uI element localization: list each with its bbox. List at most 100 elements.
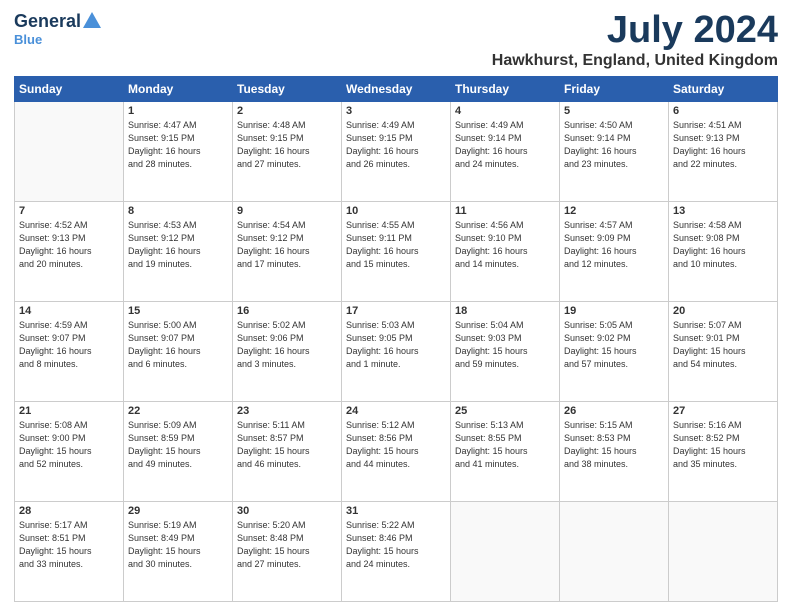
calendar-week-2: 7 Sunrise: 4:52 AM Sunset: 9:13 PM Daylig… xyxy=(15,201,778,301)
calendar-cell: 3 Sunrise: 4:49 AM Sunset: 9:15 PM Daylig… xyxy=(342,101,451,201)
calendar-cell: 15Sunrise: 5:00 AM Sunset: 9:07 PM Dayli… xyxy=(124,301,233,401)
cell-info: Sunrise: 5:08 AM Sunset: 9:00 PM Dayligh… xyxy=(19,419,119,471)
calendar-table: SundayMondayTuesdayWednesdayThursdayFrid… xyxy=(14,76,778,602)
calendar-cell: 26 Sunrise: 5:15 AM Sunset: 8:53 PM Dayli… xyxy=(560,401,669,501)
day-number: 29 xyxy=(128,505,228,517)
calendar-cell: 9 Sunrise: 4:54 AM Sunset: 9:12 PM Daylig… xyxy=(233,201,342,301)
calendar-cell: 16 Sunrise: 5:02 AM Sunset: 9:06 PM Dayli… xyxy=(233,301,342,401)
cell-info: Sunrise: 5:19 AM Sunset: 8:49 PM Dayligh… xyxy=(128,519,228,571)
day-number: 11 xyxy=(455,205,555,217)
day-header-saturday: Saturday xyxy=(669,76,778,101)
calendar-cell: 23 Sunrise: 5:11 AM Sunset: 8:57 PM Dayli… xyxy=(233,401,342,501)
day-number: 19 xyxy=(564,305,664,317)
calendar-body: 1 Sunrise: 4:47 AM Sunset: 9:15 PM Daylig… xyxy=(15,101,778,601)
location: Hawkhurst, England, United Kingdom xyxy=(492,52,778,70)
cell-info: Sunrise: 5:20 AM Sunset: 8:48 PM Dayligh… xyxy=(237,519,337,571)
day-number: 24 xyxy=(346,405,446,417)
cell-info: Sunrise: 5:15 AM Sunset: 8:53 PM Dayligh… xyxy=(564,419,664,471)
calendar-cell xyxy=(451,501,560,601)
cell-info: Sunrise: 4:47 AM Sunset: 9:15 PM Dayligh… xyxy=(128,119,228,171)
calendar-cell: 30 Sunrise: 5:20 AM Sunset: 8:48 PM Dayli… xyxy=(233,501,342,601)
day-header-sunday: Sunday xyxy=(15,76,124,101)
cell-info: Sunrise: 4:51 AM Sunset: 9:13 PM Dayligh… xyxy=(673,119,773,171)
calendar-cell: 11 Sunrise: 4:56 AM Sunset: 9:10 PM Dayli… xyxy=(451,201,560,301)
day-number: 18 xyxy=(455,305,555,317)
calendar-cell: 27Sunrise: 5:16 AM Sunset: 8:52 PM Dayli… xyxy=(669,401,778,501)
cell-info: Sunrise: 5:17 AM Sunset: 8:51 PM Dayligh… xyxy=(19,519,119,571)
calendar-cell: 24 Sunrise: 5:12 AM Sunset: 8:56 PM Dayli… xyxy=(342,401,451,501)
calendar-cell: 17Sunrise: 5:03 AM Sunset: 9:05 PM Dayli… xyxy=(342,301,451,401)
day-number: 23 xyxy=(237,405,337,417)
day-number: 25 xyxy=(455,405,555,417)
logo-general: General xyxy=(14,12,81,30)
cell-info: Sunrise: 4:59 AM Sunset: 9:07 PM Dayligh… xyxy=(19,319,119,371)
cell-info: Sunrise: 4:53 AM Sunset: 9:12 PM Dayligh… xyxy=(128,219,228,271)
cell-info: Sunrise: 5:16 AM Sunset: 8:52 PM Dayligh… xyxy=(673,419,773,471)
cell-info: Sunrise: 4:54 AM Sunset: 9:12 PM Dayligh… xyxy=(237,219,337,271)
day-number: 30 xyxy=(237,505,337,517)
cell-info: Sunrise: 5:11 AM Sunset: 8:57 PM Dayligh… xyxy=(237,419,337,471)
day-number: 28 xyxy=(19,505,119,517)
calendar-cell: 28 Sunrise: 5:17 AM Sunset: 8:51 PM Dayli… xyxy=(15,501,124,601)
header: General Blue July 2024 Hawkhurst, Englan… xyxy=(14,10,778,70)
cell-info: Sunrise: 4:49 AM Sunset: 9:15 PM Dayligh… xyxy=(346,119,446,171)
logo: General Blue xyxy=(14,10,103,47)
cell-info: Sunrise: 4:49 AM Sunset: 9:14 PM Dayligh… xyxy=(455,119,555,171)
calendar-cell: 5 Sunrise: 4:50 AM Sunset: 9:14 PM Daylig… xyxy=(560,101,669,201)
cell-info: Sunrise: 4:52 AM Sunset: 9:13 PM Dayligh… xyxy=(19,219,119,271)
month-title: July 2024 xyxy=(492,10,778,52)
calendar-cell: 29 Sunrise: 5:19 AM Sunset: 8:49 PM Dayli… xyxy=(124,501,233,601)
title-section: July 2024 Hawkhurst, England, United Kin… xyxy=(492,10,778,70)
day-header-tuesday: Tuesday xyxy=(233,76,342,101)
calendar-week-4: 21 Sunrise: 5:08 AM Sunset: 9:00 PM Dayli… xyxy=(15,401,778,501)
cell-info: Sunrise: 4:56 AM Sunset: 9:10 PM Dayligh… xyxy=(455,219,555,271)
day-number: 3 xyxy=(346,105,446,117)
logo-blue: Blue xyxy=(14,32,42,47)
calendar-cell: 14 Sunrise: 4:59 AM Sunset: 9:07 PM Dayli… xyxy=(15,301,124,401)
calendar-cell: 22 Sunrise: 5:09 AM Sunset: 8:59 PM Dayli… xyxy=(124,401,233,501)
calendar-cell: 18Sunrise: 5:04 AM Sunset: 9:03 PM Dayli… xyxy=(451,301,560,401)
cell-info: Sunrise: 5:07 AM Sunset: 9:01 PM Dayligh… xyxy=(673,319,773,371)
calendar-cell xyxy=(560,501,669,601)
day-number: 10 xyxy=(346,205,446,217)
day-number: 9 xyxy=(237,205,337,217)
cell-info: Sunrise: 5:02 AM Sunset: 9:06 PM Dayligh… xyxy=(237,319,337,371)
cell-info: Sunrise: 4:48 AM Sunset: 9:15 PM Dayligh… xyxy=(237,119,337,171)
day-number: 22 xyxy=(128,405,228,417)
day-number: 26 xyxy=(564,405,664,417)
day-number: 13 xyxy=(673,205,773,217)
day-number: 14 xyxy=(19,305,119,317)
day-number: 4 xyxy=(455,105,555,117)
page: General Blue July 2024 Hawkhurst, Englan… xyxy=(0,0,792,612)
calendar-week-1: 1 Sunrise: 4:47 AM Sunset: 9:15 PM Daylig… xyxy=(15,101,778,201)
cell-info: Sunrise: 4:57 AM Sunset: 9:09 PM Dayligh… xyxy=(564,219,664,271)
day-header-wednesday: Wednesday xyxy=(342,76,451,101)
calendar-cell xyxy=(669,501,778,601)
day-number: 20 xyxy=(673,305,773,317)
day-header-monday: Monday xyxy=(124,76,233,101)
calendar-cell: 31Sunrise: 5:22 AM Sunset: 8:46 PM Dayli… xyxy=(342,501,451,601)
day-number: 15 xyxy=(128,305,228,317)
calendar-cell: 2 Sunrise: 4:48 AM Sunset: 9:15 PM Daylig… xyxy=(233,101,342,201)
cell-info: Sunrise: 4:50 AM Sunset: 9:14 PM Dayligh… xyxy=(564,119,664,171)
day-number: 7 xyxy=(19,205,119,217)
day-number: 12 xyxy=(564,205,664,217)
day-number: 1 xyxy=(128,105,228,117)
calendar-week-3: 14 Sunrise: 4:59 AM Sunset: 9:07 PM Dayli… xyxy=(15,301,778,401)
day-number: 5 xyxy=(564,105,664,117)
calendar-week-5: 28 Sunrise: 5:17 AM Sunset: 8:51 PM Dayli… xyxy=(15,501,778,601)
cell-info: Sunrise: 5:09 AM Sunset: 8:59 PM Dayligh… xyxy=(128,419,228,471)
day-number: 2 xyxy=(237,105,337,117)
day-header-friday: Friday xyxy=(560,76,669,101)
cell-info: Sunrise: 5:12 AM Sunset: 8:56 PM Dayligh… xyxy=(346,419,446,471)
calendar-cell: 10Sunrise: 4:55 AM Sunset: 9:11 PM Dayli… xyxy=(342,201,451,301)
day-number: 8 xyxy=(128,205,228,217)
cell-info: Sunrise: 5:22 AM Sunset: 8:46 PM Dayligh… xyxy=(346,519,446,571)
calendar-cell: 20 Sunrise: 5:07 AM Sunset: 9:01 PM Dayli… xyxy=(669,301,778,401)
day-number: 16 xyxy=(237,305,337,317)
day-header-thursday: Thursday xyxy=(451,76,560,101)
day-number: 21 xyxy=(19,405,119,417)
calendar-cell: 8 Sunrise: 4:53 AM Sunset: 9:12 PM Daylig… xyxy=(124,201,233,301)
calendar-cell: 6Sunrise: 4:51 AM Sunset: 9:13 PM Daylig… xyxy=(669,101,778,201)
cell-info: Sunrise: 5:13 AM Sunset: 8:55 PM Dayligh… xyxy=(455,419,555,471)
